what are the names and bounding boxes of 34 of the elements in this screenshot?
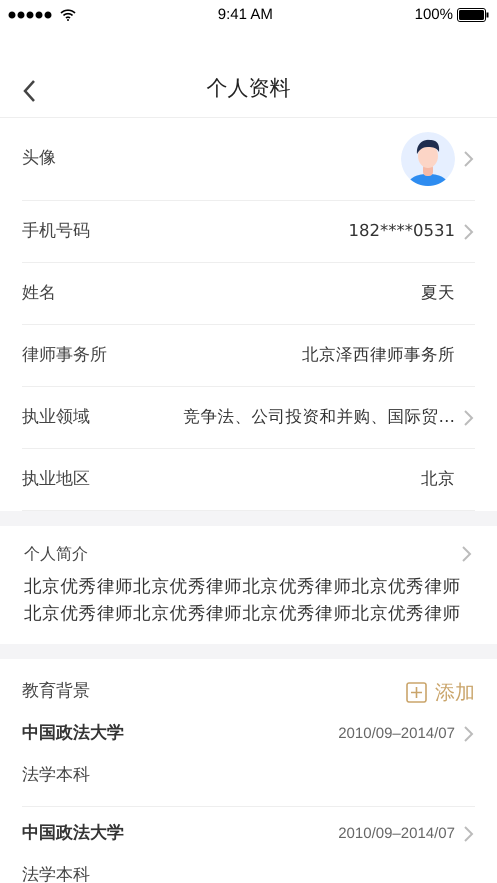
battery-percent: 100%: [414, 4, 453, 25]
avatar-icon: [401, 132, 455, 186]
school-name: 中国政法大学: [22, 822, 124, 845]
page-title: 个人资料: [206, 74, 290, 102]
education-entry[interactable]: 中国政法大学 2010/09–2014/07 法学本科: [22, 807, 475, 883]
date-range: 2010/09–2014/07: [338, 724, 455, 744]
date-range: 2010/09–2014/07: [338, 824, 455, 844]
plus-icon: [406, 682, 427, 702]
row-label: 律师事务所: [22, 344, 107, 367]
row-label: 头像: [22, 147, 56, 170]
row-value: 夏天: [421, 282, 455, 304]
row-label: 执业领域: [22, 406, 90, 429]
education-entry[interactable]: 中国政法大学 2010/09–2014/07 法学本科: [22, 707, 475, 807]
row-value: 北京: [421, 468, 455, 490]
degree-text: 法学本科: [22, 864, 91, 883]
back-icon: [22, 78, 36, 103]
section-title: 个人简介: [24, 543, 88, 565]
battery-icon: [456, 8, 489, 22]
row-value: 竞争法、公司投资和并购、国际贸…: [184, 406, 455, 428]
wifi-icon: [60, 9, 76, 21]
row-label: 姓名: [22, 282, 56, 305]
intro-text: 北京优秀律师北京优秀律师北京优秀律师北京优秀律师北京优秀律师北京优秀律师北京优秀律师北京优秀律师: [24, 576, 462, 626]
row-value: 北京泽西律师事务所: [302, 344, 455, 366]
chevron-icon: [463, 824, 475, 843]
school-name: 中国政法大学: [22, 722, 124, 745]
chevron-icon: [463, 724, 475, 743]
status-time: 9:41 AM: [218, 4, 273, 25]
row-label: 手机号码: [22, 220, 90, 243]
row-value: 182****0531: [348, 220, 455, 242]
section-title: 教育背景: [22, 680, 90, 704]
row-label: 执业地区: [22, 468, 90, 491]
degree-text: 法学本科: [22, 764, 91, 786]
intro-header[interactable]: 个人简介: [24, 542, 473, 566]
chevron-icon: [461, 545, 473, 563]
